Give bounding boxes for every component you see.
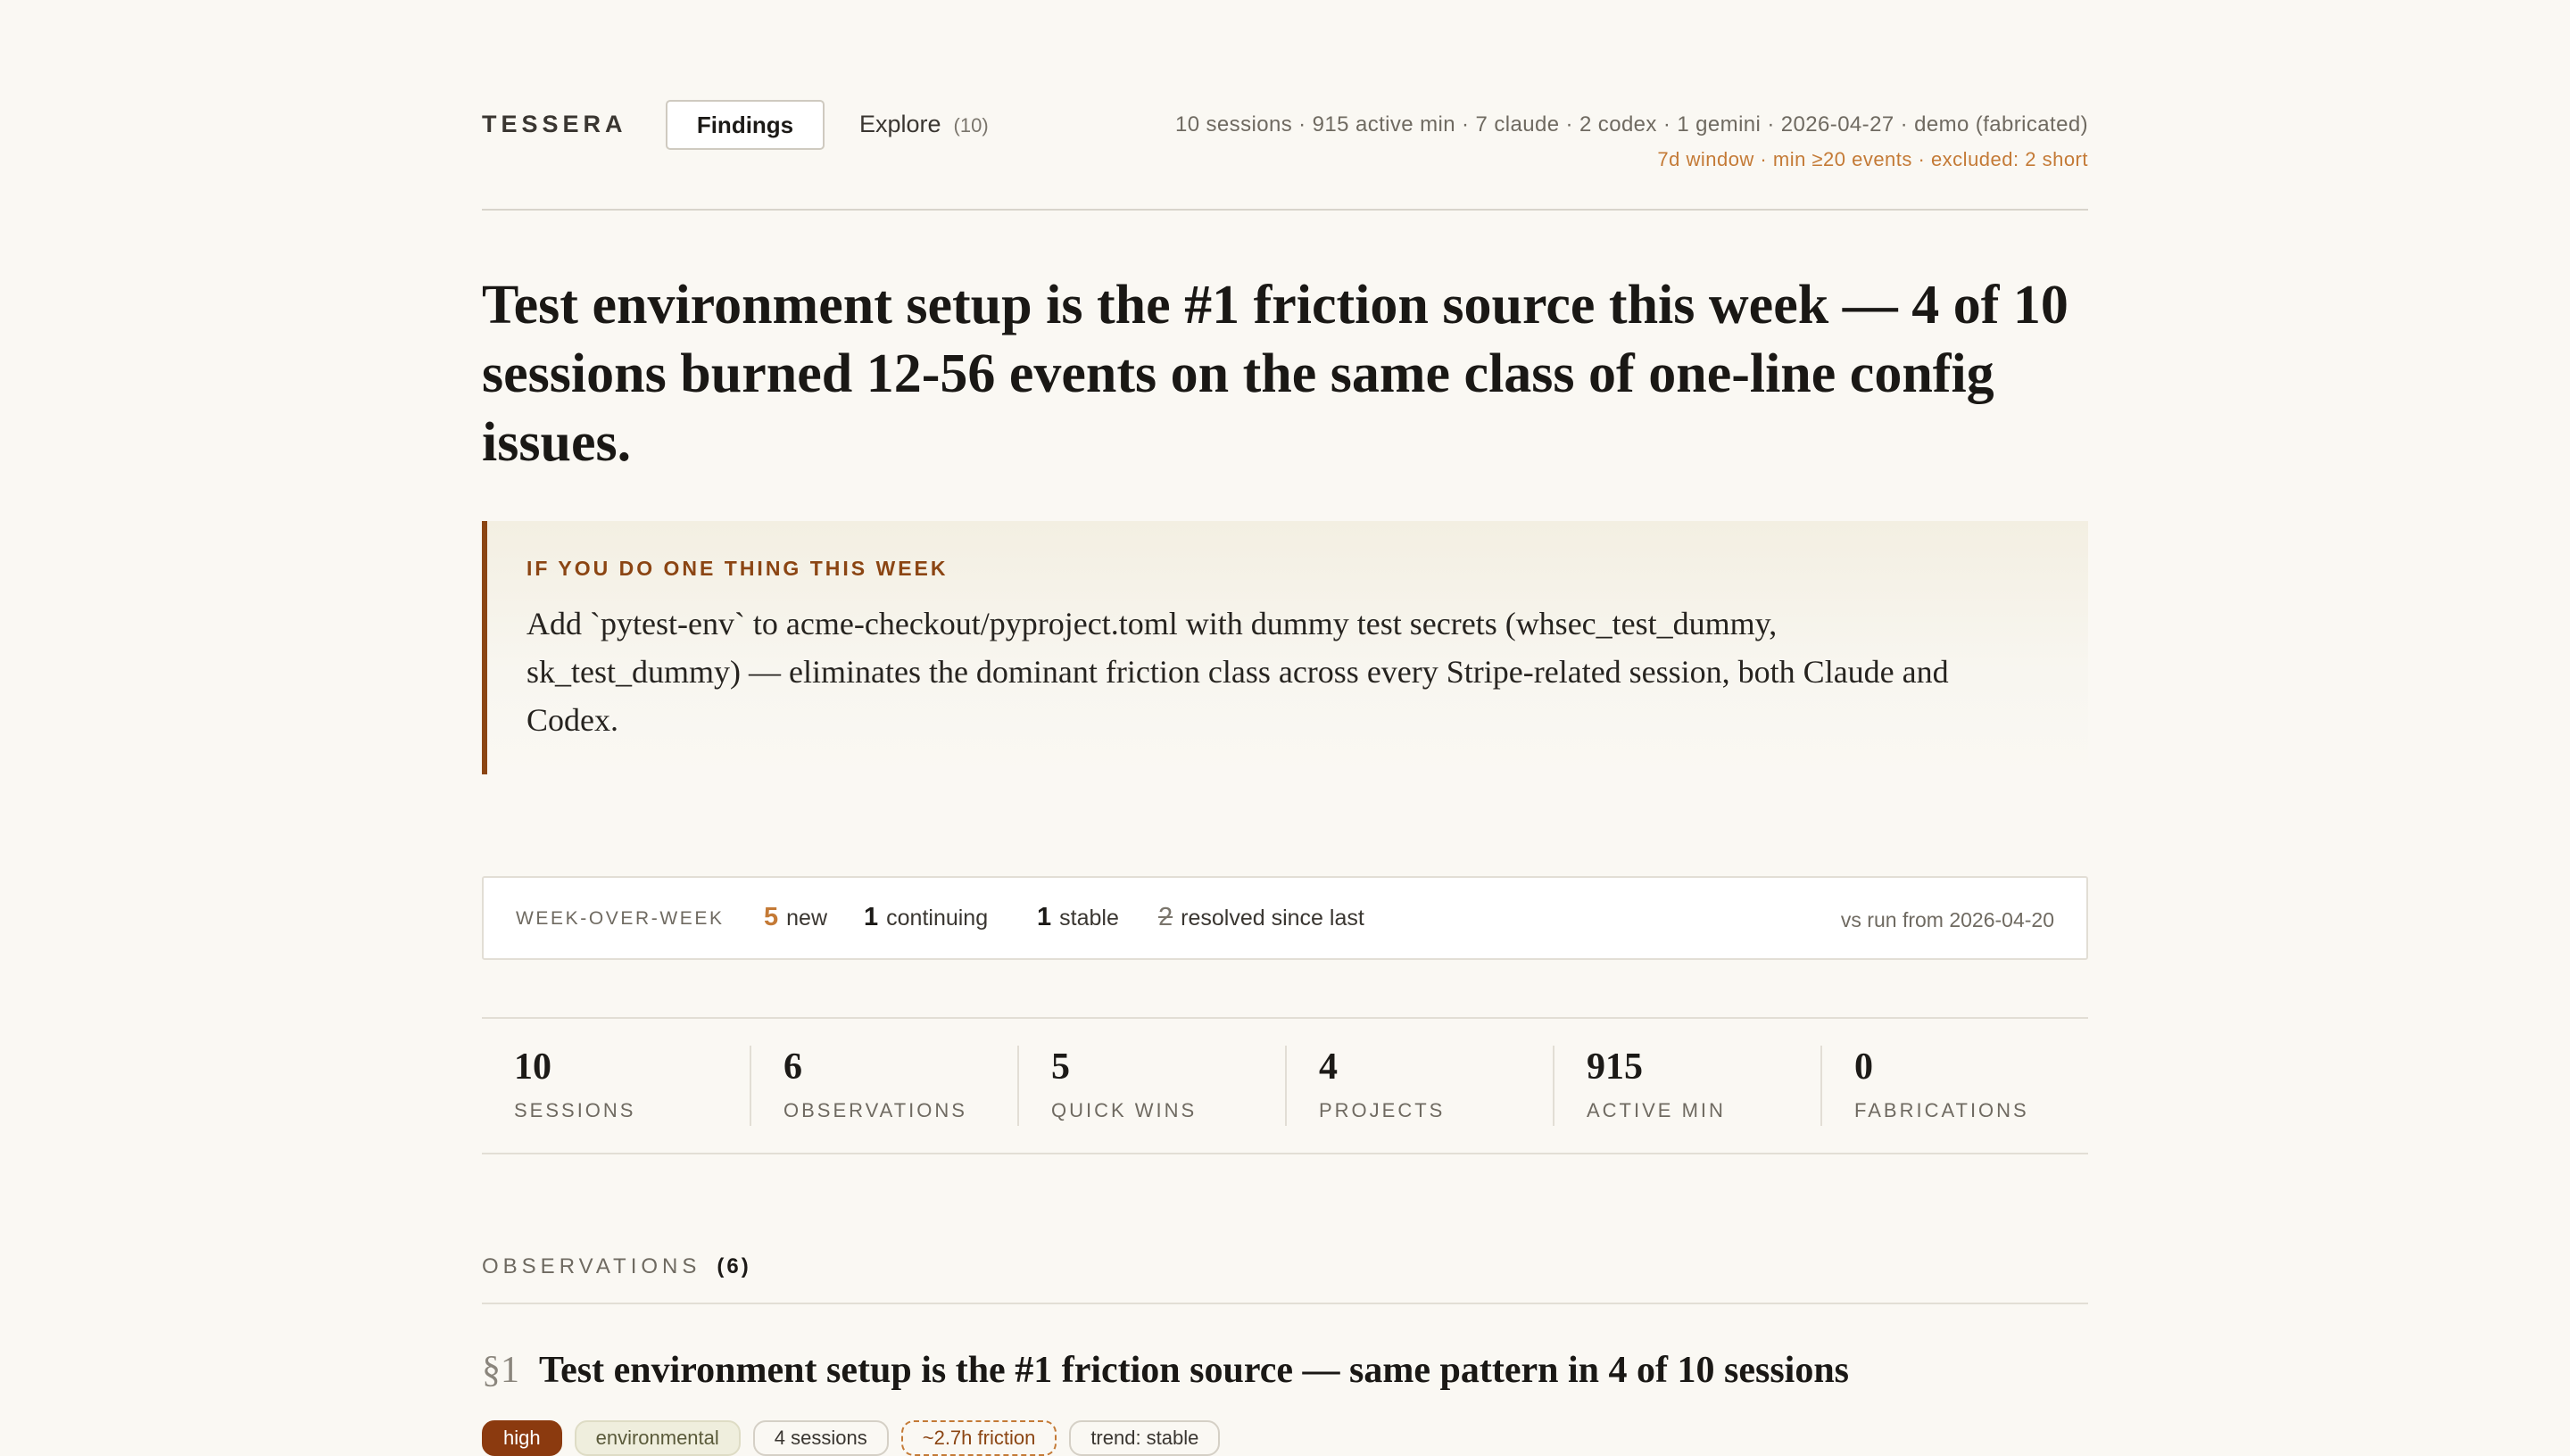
wow-continuing[interactable]: 1 continuing [864,903,988,932]
tag-sessions[interactable]: 4 sessions [752,1420,889,1456]
wow-stable-count: 1 [1037,903,1052,931]
run-filters: 7d window · min ≥20 events · excluded: 2… [1657,148,2088,170]
wow-stable[interactable]: 1 stable [1037,903,1119,932]
wow-new-label: new [786,906,828,931]
stat-value: 5 [1051,1046,1070,1088]
stat-value: 10 [514,1046,551,1088]
wow-compare-run[interactable]: vs run from 2026-04-20 [1841,908,2054,932]
top-recommendation-callout: IF YOU DO ONE THING THIS WEEK Add `pytes… [482,521,2088,774]
tab-explore-count: (10) [953,114,989,136]
observation-title[interactable]: §1 Test environment setup is the #1 frict… [482,1349,2088,1392]
stat-fabrications: 0 FABRICATIONS [1820,1046,2090,1126]
wow-new-count: 5 [764,903,779,931]
tag-friction: ~2.7h friction [900,1420,1057,1456]
brand-logo[interactable]: TESSERA [482,111,627,138]
wow-resolved-label: resolved since last [1181,906,1364,931]
stat-quick-wins: 5 QUICK WINS [1017,1046,1287,1126]
observations-heading: OBSERVATIONS (6) [482,1254,751,1279]
wow-continuing-count: 1 [864,903,879,931]
wow-continuing-label: continuing [886,906,989,931]
stat-label: QUICK WINS [1051,1099,1198,1121]
wow-new[interactable]: 5 new [764,903,827,932]
stat-label: ACTIVE MIN [1587,1099,1726,1121]
stat-value: 915 [1587,1046,1643,1088]
stat-sessions: 10 SESSIONS [482,1046,750,1126]
tag-trend: trend: stable [1069,1420,1221,1456]
observations-label: OBSERVATIONS [482,1254,701,1278]
callout-text: Add `pytest-env` to acme-checkout/pyproj… [526,606,1949,738]
stat-label: FABRICATIONS [1854,1099,2029,1121]
stat-value: 6 [783,1046,802,1088]
stat-projects: 4 PROJECTS [1285,1046,1554,1126]
tab-explore-label: Explore [859,111,941,137]
tag-severity: high [482,1420,562,1456]
top-header: TESSERA Findings Explore (10) 10 sessions… [482,0,2088,211]
stats-row: 10 SESSIONS 6 OBSERVATIONS 5 QUICK WINS … [482,1017,2088,1154]
observation-section-number: §1 [482,1350,519,1391]
tab-explore[interactable]: Explore (10) [859,111,989,138]
wow-label: WEEK-OVER-WEEK [516,908,725,929]
page-headline: Test environment setup is the #1 frictio… [482,275,2068,473]
tag-category: environmental [574,1420,741,1456]
divider [482,1303,2088,1304]
stat-value: 4 [1319,1046,1338,1088]
stat-label: SESSIONS [514,1099,636,1121]
run-summary: 10 sessions · 915 active min · 7 claude … [1174,112,2088,136]
page: TESSERA Findings Explore (10) 10 sessions… [482,0,2088,1456]
stat-value: 0 [1854,1046,1873,1088]
tab-findings[interactable]: Findings [666,100,825,150]
stat-label: PROJECTS [1319,1099,1446,1121]
wow-stable-label: stable [1059,906,1119,931]
wow-resolved[interactable]: 2 resolved since last [1158,903,1364,932]
wow-resolved-count: 2 [1158,903,1173,931]
stat-observations: 6 OBSERVATIONS [750,1046,1019,1126]
week-over-week-bar: WEEK-OVER-WEEK 5 new 1 continuing 1 stable … [482,876,2088,960]
observation-tags: high environmental 4 sessions ~2.7h fric… [482,1420,1221,1456]
observation-title-text: Test environment setup is the #1 frictio… [539,1350,1850,1391]
observations-count: (6) [717,1254,751,1278]
callout-label: IF YOU DO ONE THING THIS WEEK [526,557,949,580]
stat-label: OBSERVATIONS [783,1099,967,1121]
stat-active-min: 915 ACTIVE MIN [1553,1046,1822,1126]
